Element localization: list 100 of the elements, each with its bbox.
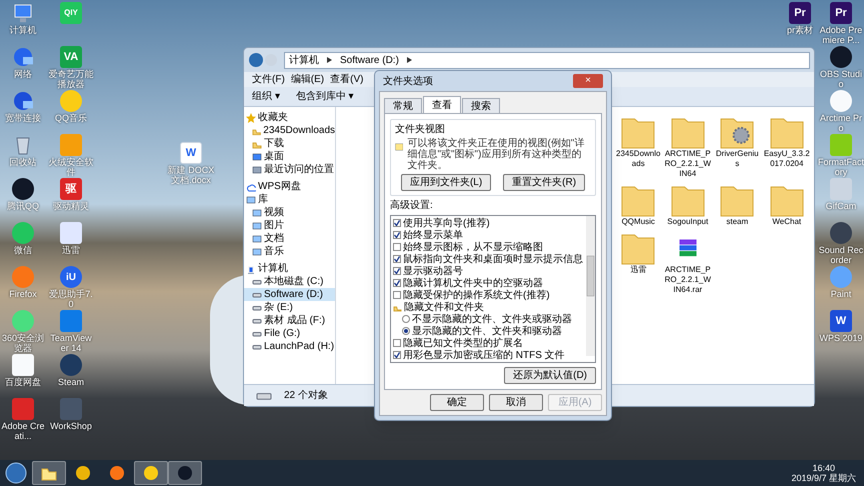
- nav-item[interactable]: 视频: [244, 206, 335, 219]
- app-icon: VA: [60, 46, 82, 68]
- icon-label[interactable]: 迅雷: [62, 245, 80, 255]
- checkbox[interactable]: [393, 291, 401, 299]
- nav-item[interactable]: 文档: [244, 232, 335, 245]
- app-icon: 驱: [60, 178, 82, 200]
- nav-item[interactable]: LaunchPad (H:): [244, 340, 335, 353]
- setting-label[interactable]: 隐藏受保护的操作系统文件(推荐): [403, 290, 550, 300]
- nav-item[interactable]: File (G:): [244, 327, 335, 340]
- setting-label[interactable]: 显示隐藏的文件、文件夹和驱动器: [412, 326, 562, 336]
- nav-item[interactable]: 库: [244, 193, 335, 206]
- nav-item[interactable]: 图片: [244, 219, 335, 232]
- toolbar-button[interactable]: 组织 ▾: [252, 89, 280, 104]
- file-name[interactable]: QQMusic: [622, 217, 655, 227]
- nav-item[interactable]: 最近访问的位置: [244, 163, 335, 176]
- radio-button[interactable]: [402, 327, 410, 335]
- clock[interactable]: 16:40 2019/9/7 星期六: [783, 463, 864, 483]
- taskbar-button[interactable]: [134, 461, 168, 485]
- setting-label[interactable]: 隐藏文件和文件夹: [404, 302, 484, 312]
- file-name[interactable]: EasyU_3.3.2017.0204: [764, 149, 810, 169]
- toolbar-button[interactable]: 包含到库中 ▾: [296, 89, 354, 104]
- app-icon: [177, 465, 193, 481]
- icon-label[interactable]: Steam: [58, 377, 84, 387]
- tab[interactable]: 搜索: [462, 98, 500, 113]
- setting-label[interactable]: 始终显示菜单: [403, 230, 463, 240]
- chevron-icon: [327, 57, 332, 63]
- menu-item[interactable]: 查看(V): [330, 74, 364, 86]
- nav-item[interactable]: 桌面: [244, 150, 335, 163]
- nav-item[interactable]: 本地磁盘 (C:): [244, 275, 335, 288]
- app-icon: Pr: [789, 2, 811, 24]
- checkbox[interactable]: [393, 339, 401, 347]
- file-name[interactable]: WeChat: [772, 217, 802, 227]
- checkbox[interactable]: [393, 267, 401, 275]
- document-icon: W: [180, 142, 202, 164]
- nav-item[interactable]: 素材 成品 (F:): [244, 314, 335, 327]
- tab[interactable]: 查看: [423, 96, 461, 113]
- nav-item[interactable]: 2345Downloads: [244, 124, 335, 137]
- nav-item[interactable]: 音乐: [244, 245, 335, 258]
- icon-label[interactable]: 微信: [14, 245, 32, 255]
- file-name[interactable]: DriverGenius: [714, 149, 760, 169]
- nav-item[interactable]: WPS网盘: [244, 180, 335, 193]
- setting-label[interactable]: 始终显示图标，从不显示缩略图: [403, 242, 543, 252]
- cloud-icon: [246, 182, 256, 192]
- checkbox[interactable]: [393, 243, 401, 251]
- setting-label[interactable]: 使用共享向导(推荐): [403, 218, 490, 228]
- checkbox[interactable]: [393, 351, 401, 359]
- app-icon: [143, 465, 159, 481]
- close-button[interactable]: ×: [573, 74, 603, 88]
- icon-label[interactable]: 百度网盘: [5, 377, 41, 387]
- button[interactable]: 应用到文件夹(L): [400, 174, 492, 191]
- checkbox[interactable]: [393, 279, 401, 287]
- back-forward-buttons: [248, 52, 280, 68]
- setting-label[interactable]: 显示驱动器号: [403, 266, 463, 276]
- taskbar-button[interactable]: [32, 461, 66, 485]
- group-description: 可以将该文件夹正在使用的视图(例如"详细信息"或"图标")应用到所有这种类型的文件夹。: [407, 138, 586, 171]
- dialog-title: 文件夹选项: [383, 74, 433, 88]
- status-text: 22 个对象: [284, 388, 328, 403]
- file-name[interactable]: 2345Downloads: [615, 149, 662, 169]
- address-bar[interactable]: 计算机 Software (D:): [284, 52, 810, 68]
- menu-item[interactable]: 编辑(E): [290, 74, 324, 86]
- file-name[interactable]: ARCTIME_PRO_2.2.1_WIN64: [664, 149, 711, 179]
- recent-icon: [252, 164, 262, 174]
- checkbox[interactable]: [393, 255, 401, 263]
- group-title: 文件夹视图: [395, 124, 446, 135]
- icon-label[interactable]: Adobe Creati...: [0, 421, 46, 441]
- file-name[interactable]: SogouInput: [667, 217, 708, 227]
- computer-icon: [246, 264, 256, 274]
- radio-button[interactable]: [402, 315, 410, 323]
- setting-label[interactable]: 隐藏计算机文件夹中的空驱动器: [403, 278, 543, 288]
- nav-item[interactable]: 收藏夹: [244, 111, 335, 124]
- menu-item[interactable]: 文件(F): [252, 74, 285, 86]
- nav-item[interactable]: 下载: [244, 137, 335, 150]
- setting-label[interactable]: 鼠标指向文件夹和桌面项时显示提示信息: [403, 254, 583, 264]
- nav-item[interactable]: 杂 (E:): [244, 301, 335, 314]
- button[interactable]: 确定: [430, 394, 484, 411]
- file-name[interactable]: 迅雷: [630, 265, 646, 275]
- checkbox[interactable]: [393, 219, 401, 227]
- setting-label[interactable]: 隐藏已知文件类型的扩展名: [403, 338, 523, 348]
- desktop-icon: [252, 152, 262, 162]
- button[interactable]: 取消: [489, 394, 543, 411]
- nav-item[interactable]: Software (D:): [244, 288, 335, 301]
- breadcrumb[interactable]: 计算机: [289, 52, 319, 68]
- file-name[interactable]: ARCTIME_PRO_2.2.1_WIN64.rar: [664, 265, 711, 295]
- icon-label[interactable]: WorkShop: [50, 421, 92, 431]
- button[interactable]: 重置文件夹(R): [503, 174, 586, 191]
- tab[interactable]: 常规: [384, 98, 422, 113]
- file-name[interactable]: steam: [726, 217, 748, 227]
- chevron-icon: [406, 57, 412, 63]
- taskbar-button[interactable]: [168, 461, 202, 485]
- setting-label[interactable]: 不显示隐藏的文件、文件夹或驱动器: [412, 314, 572, 324]
- icon-label[interactable]: Sound Recorder: [818, 245, 864, 265]
- nav-item[interactable]: 计算机: [244, 262, 335, 275]
- restore-defaults-button[interactable]: 还原为默认值(D): [504, 367, 596, 384]
- star-icon: [246, 112, 256, 122]
- app-icon: W: [830, 310, 852, 332]
- breadcrumb[interactable]: Software (D:): [340, 52, 399, 68]
- app-icon: [109, 465, 125, 481]
- section-label: 高级设置:: [390, 200, 434, 211]
- checkbox[interactable]: [393, 231, 401, 239]
- setting-label[interactable]: 用彩色显示加密或压缩的 NTFS 文件: [403, 350, 565, 360]
